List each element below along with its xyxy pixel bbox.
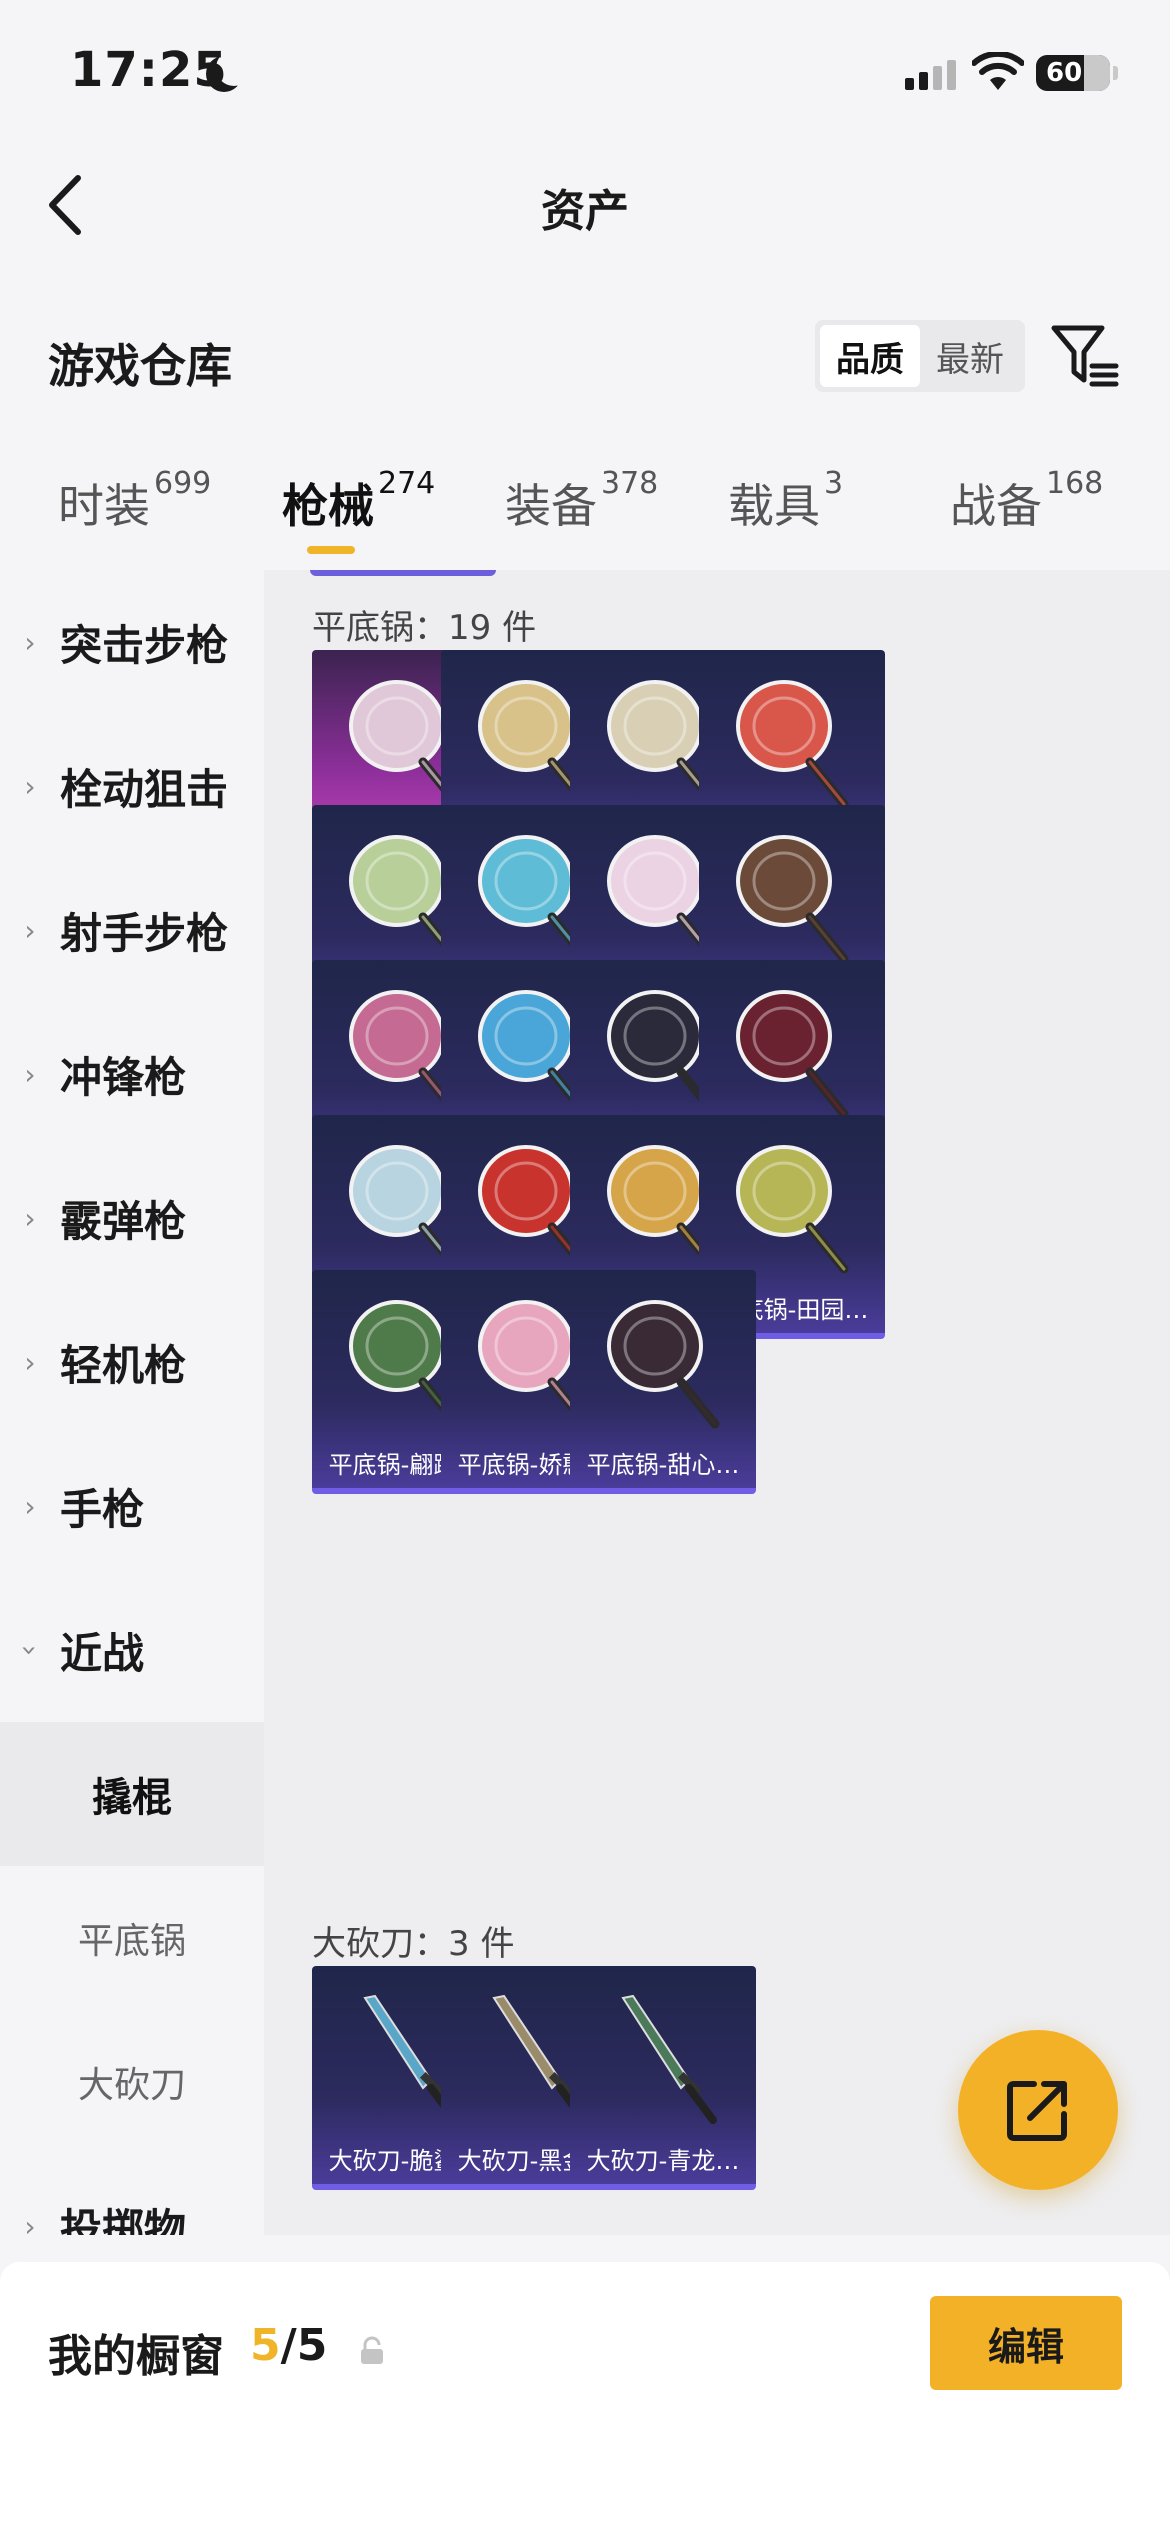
showcase-bar: 我的橱窗 5/5 编辑 (0, 2262, 1170, 2532)
sidebar-item-label: 突击步枪 (60, 620, 229, 670)
pan-icon (736, 1145, 849, 1274)
tab-vehicles[interactable]: 载具 3 (728, 466, 843, 536)
showcase-total: /5 (280, 2320, 328, 2371)
wifi-icon (972, 52, 1024, 90)
sort-quality-option[interactable]: 品质 (820, 325, 920, 387)
previous-card-edge (310, 570, 496, 576)
item-name: 大砍刀-青龙… (586, 2147, 740, 2175)
tab-label: 枪械 (282, 479, 374, 533)
sidebar-sub-machete[interactable]: 大砍刀 (0, 2010, 264, 2154)
item-card[interactable]: 大砍刀-青龙… (570, 1966, 756, 2190)
tab-fashion[interactable]: 时装 699 (58, 466, 211, 536)
moon-icon (216, 50, 252, 86)
sidebar-item-label: 栓动狙击 (60, 764, 229, 814)
filter-icon (1051, 325, 1119, 387)
filter-button[interactable] (1050, 322, 1120, 388)
sidebar-item-bolt-sniper[interactable]: › 栓动狙击 (0, 714, 264, 858)
category-tabs: 时装 699 枪械 274 装备 378 载具 3 战备 168 (0, 466, 1170, 560)
share-icon (1007, 2081, 1067, 2141)
tab-combat-gear[interactable]: 战备 168 (950, 466, 1103, 536)
item-grid-panel: 平底锅：19 件 大砍刀：3 件 7 级平底锅-林间…平底锅-其乐…平底锅-许七… (264, 570, 1170, 2235)
share-button[interactable] (958, 2030, 1118, 2190)
chevron-right-icon: › (24, 625, 36, 659)
sidebar-item-label: 近战 (60, 1628, 145, 1678)
warehouse-title: 游戏仓库 (48, 339, 232, 393)
battery-cap (1113, 66, 1118, 80)
chevron-right-icon: › (24, 1057, 36, 1091)
sort-latest-option[interactable]: 最新 (920, 325, 1020, 387)
tab-count: 3 (824, 466, 844, 501)
sidebar-sub-pan[interactable]: 平底锅 (0, 1866, 264, 2010)
group-title-pan: 平底锅：19 件 (312, 608, 537, 648)
sidebar-item-label: 手枪 (60, 1484, 145, 1534)
chevron-right-icon: › (24, 769, 36, 803)
sidebar-item-smg[interactable]: › 冲锋枪 (0, 1002, 264, 1146)
showcase-label: 我的橱窗 (48, 2331, 224, 2382)
tab-label: 装备 (505, 479, 597, 533)
page-title: 资产 (541, 186, 629, 237)
edit-button[interactable]: 编辑 (930, 2296, 1122, 2390)
sidebar-item-throwables[interactable]: › 投掷物 (0, 2154, 264, 2236)
pan-icon (736, 990, 849, 1119)
sidebar-item-pistol[interactable]: › 手枪 (0, 1434, 264, 1578)
sidebar-item-label: 冲锋枪 (60, 1052, 187, 1102)
sidebar-sub-crowbar[interactable]: 撬棍 (0, 1722, 264, 1866)
item-name: 平底锅-甜心… (586, 1451, 740, 1479)
sidebar-item-shotgun[interactable]: › 霰弹枪 (0, 1146, 264, 1290)
sidebar-item-label: 轻机枪 (60, 1340, 187, 1390)
chevron-right-icon: › (24, 2209, 36, 2236)
tab-count: 274 (378, 466, 436, 501)
tab-equipment[interactable]: 装备 378 (505, 466, 658, 536)
battery-level: 60 (1046, 58, 1083, 88)
chevron-right-icon: › (24, 913, 36, 947)
showcase-current: 5 (250, 2320, 281, 2371)
tab-count: 699 (154, 466, 212, 501)
tab-label: 时装 (58, 479, 150, 533)
sort-toggle: 品质 最新 (815, 320, 1025, 392)
tab-count: 378 (601, 466, 659, 501)
chevron-down-icon: › (13, 1644, 47, 1656)
pan-icon (736, 835, 849, 964)
chevron-right-icon: › (24, 1201, 36, 1235)
sidebar-item-label: 射手步枪 (60, 908, 229, 958)
sidebar-item-melee[interactable]: › 近战 (0, 1578, 264, 1722)
battery-icon: 60 (1036, 55, 1110, 91)
sidebar-item-label: 投掷物 (60, 2204, 187, 2236)
sidebar-item-label: 霰弹枪 (60, 1196, 187, 1246)
blade-icon (621, 1994, 717, 2124)
pan-icon (607, 1300, 720, 1429)
sidebar-item-lmg[interactable]: › 轻机枪 (0, 1290, 264, 1434)
showcase-count: 5/5 (250, 2320, 327, 2371)
sidebar-item-assault-rifle[interactable]: › 突击步枪 (0, 570, 264, 714)
cellular-signal-icon (905, 60, 956, 90)
tab-label: 载具 (728, 479, 820, 533)
lock-icon (361, 2336, 383, 2364)
active-tab-indicator (307, 546, 355, 554)
tab-label: 战备 (950, 479, 1042, 533)
status-bar: 17:25 60 (0, 0, 1170, 140)
tab-guns[interactable]: 枪械 274 (282, 466, 435, 536)
weapon-category-sidebar: › 突击步枪 › 栓动狙击 › 射手步枪 › 冲锋枪 › 霰弹枪 › 轻机枪 › 手枪 › 近战… (0, 570, 264, 2235)
group-title-machete: 大砍刀：3 件 (312, 1924, 515, 1964)
sidebar-item-marksman-rifle[interactable]: › 射手步枪 (0, 858, 264, 1002)
chevron-right-icon: › (24, 1489, 36, 1523)
status-time: 17:25 (70, 42, 228, 98)
tab-count: 168 (1046, 466, 1104, 501)
item-card[interactable]: 平底锅-甜心… (570, 1270, 756, 1494)
pan-icon (736, 680, 849, 809)
chevron-right-icon: › (24, 1345, 36, 1379)
